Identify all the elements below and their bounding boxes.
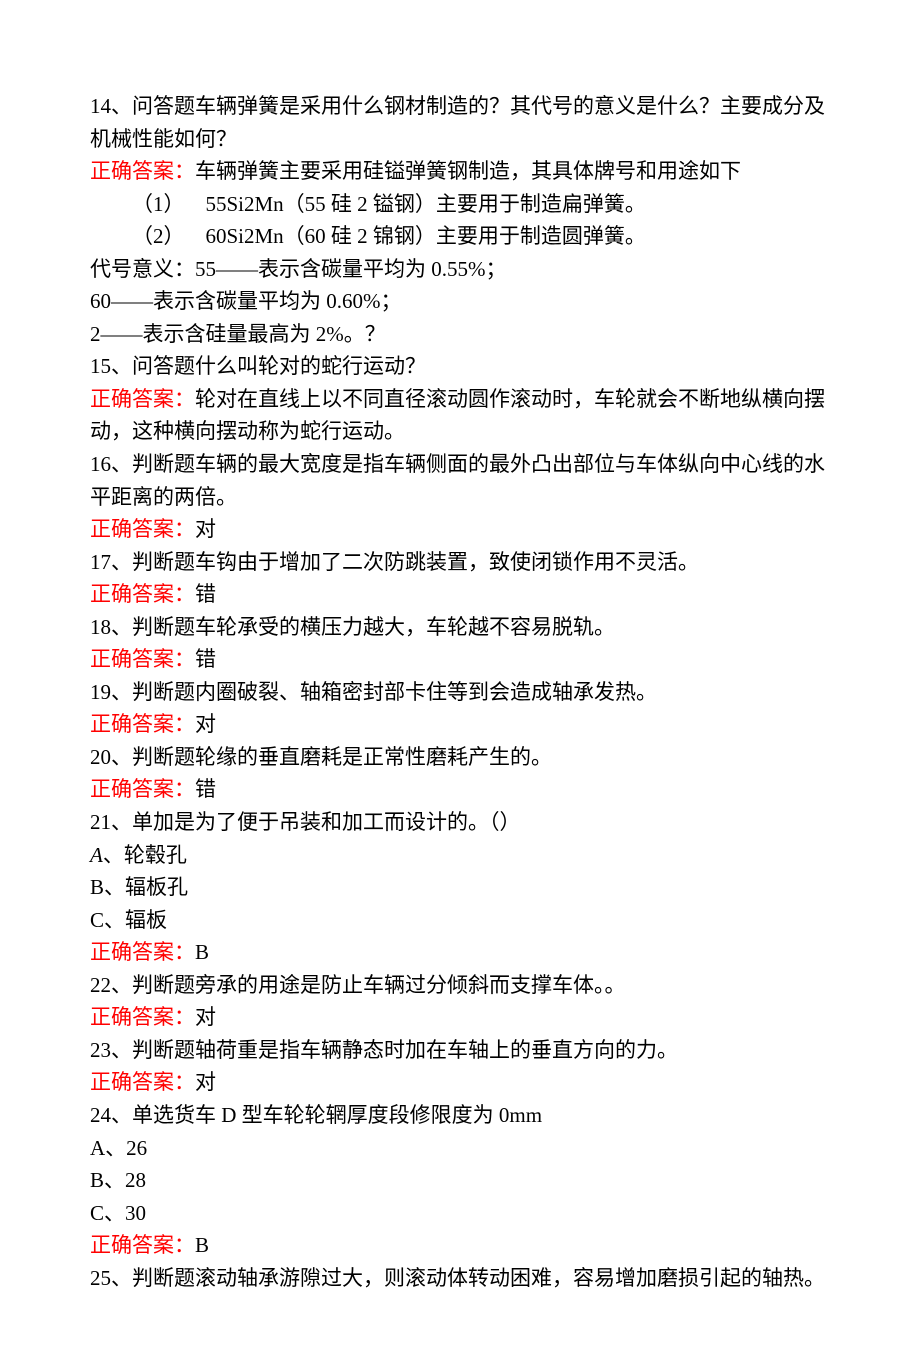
q22-answer-text: 对 bbox=[195, 1005, 216, 1029]
q21-option-a: A、轮毂孔 bbox=[90, 839, 830, 872]
q21-option-a-prefix: A bbox=[90, 843, 103, 867]
q21-answer-text: B bbox=[195, 940, 209, 964]
q14-lineb: 60——表示含碳量平均为 0.60%； bbox=[90, 285, 830, 318]
q19-answer-text: 对 bbox=[195, 712, 216, 736]
q18-answer: 正确答案：错 bbox=[90, 643, 830, 676]
q14-answer: 正确答案：车辆弹簧主要采用硅镒弹簧钢制造，其具体牌号和用途如下 bbox=[90, 155, 830, 188]
q15-answer: 正确答案：轮对在直线上以不同直径滚动圆作滚动时，车轮就会不断地纵横向摆动，这种横… bbox=[90, 383, 830, 448]
q16-answer-text: 对 bbox=[195, 517, 216, 541]
q14-linec: 2——表示含硅量最高为 2%。？ bbox=[90, 318, 830, 351]
q23-answer-text: 对 bbox=[195, 1070, 216, 1094]
q21-option-b: B、辐板孔 bbox=[90, 871, 830, 904]
q14-item1: （1） 55Si2Mn（55 硅 2 镒钢）主要用于制造扁弹簧。 bbox=[90, 188, 830, 221]
q17-answer-label: 正确答案： bbox=[90, 582, 195, 606]
q20-answer-label: 正确答案： bbox=[90, 777, 195, 801]
q24-answer-text: B bbox=[195, 1233, 209, 1257]
q24-answer: 正确答案：B bbox=[90, 1229, 830, 1262]
q21-option-c: C、辐板 bbox=[90, 904, 830, 937]
q22-answer-label: 正确答案： bbox=[90, 1005, 195, 1029]
q14-item2-body: 60Si2Mn（60 硅 2 锦钢）主要用于制造圆弹簧。 bbox=[206, 224, 646, 248]
q20-answer: 正确答案：错 bbox=[90, 773, 830, 806]
q21-prompt: 21、单加是为了便于吊装和加工而设计的。（） bbox=[90, 806, 830, 839]
q21-answer-label: 正确答案： bbox=[90, 940, 195, 964]
q24-option-b: B、28 bbox=[90, 1164, 830, 1197]
q23-answer-label: 正确答案： bbox=[90, 1070, 195, 1094]
q14-linea: 代号意义：55——表示含碳量平均为 0.55%； bbox=[90, 253, 830, 286]
q14-item1-prefix: （1） bbox=[132, 192, 185, 216]
q14-answer-text: 车辆弹簧主要采用硅镒弹簧钢制造，其具体牌号和用途如下 bbox=[195, 159, 741, 183]
q16-prompt: 16、判断题车辆的最大宽度是指车辆侧面的最外凸出部位与车体纵向中心线的水平距离的… bbox=[90, 448, 830, 513]
q24-option-c: C、30 bbox=[90, 1197, 830, 1230]
q17-prompt: 17、判断题车钩由于增加了二次防跳装置，致使闭锁作用不灵活。 bbox=[90, 546, 830, 579]
q16-answer-label: 正确答案： bbox=[90, 517, 195, 541]
q19-answer: 正确答案：对 bbox=[90, 708, 830, 741]
q14-item2-prefix: （2） bbox=[132, 224, 185, 248]
q14-answer-label: 正确答案： bbox=[90, 159, 195, 183]
q22-answer: 正确答案：对 bbox=[90, 1001, 830, 1034]
q21-answer: 正确答案：B bbox=[90, 936, 830, 969]
q18-prompt: 18、判断题车轮承受的横压力越大，车轮越不容易脱轨。 bbox=[90, 611, 830, 644]
q14-prompt: 14、问答题车辆弹簧是采用什么钢材制造的？其代号的意义是什么？主要成分及机械性能… bbox=[90, 90, 830, 155]
q14-item1-body: 55Si2Mn（55 硅 2 镒钢）主要用于制造扁弹簧。 bbox=[206, 192, 646, 216]
q20-answer-text: 错 bbox=[195, 777, 216, 801]
q15-prompt: 15、问答题什么叫轮对的蛇行运动？ bbox=[90, 350, 830, 383]
q17-answer: 正确答案：错 bbox=[90, 578, 830, 611]
q15-answer-label: 正确答案： bbox=[90, 387, 195, 411]
q19-prompt: 19、判断题内圈破裂、轴箱密封部卡住等到会造成轴承发热。 bbox=[90, 676, 830, 709]
q24-answer-label: 正确答案： bbox=[90, 1233, 195, 1257]
q24-option-a: A、26 bbox=[90, 1132, 830, 1165]
q15-answer-text: 轮对在直线上以不同直径滚动圆作滚动时，车轮就会不断地纵横向摆动，这种横向摆动称为… bbox=[90, 387, 825, 444]
q23-prompt: 23、判断题轴荷重是指车辆静态时加在车轴上的垂直方向的力。 bbox=[90, 1034, 830, 1067]
q20-prompt: 20、判断题轮缘的垂直磨耗是正常性磨耗产生的。 bbox=[90, 741, 830, 774]
q19-answer-label: 正确答案： bbox=[90, 712, 195, 736]
q22-prompt: 22、判断题旁承的用途是防止车辆过分倾斜而支撑车体。。 bbox=[90, 969, 830, 1002]
q18-answer-text: 错 bbox=[195, 647, 216, 671]
q16-answer: 正确答案：对 bbox=[90, 513, 830, 546]
q14-item2: （2） 60Si2Mn（60 硅 2 锦钢）主要用于制造圆弹簧。 bbox=[90, 220, 830, 253]
q17-answer-text: 错 bbox=[195, 582, 216, 606]
q23-answer: 正确答案：对 bbox=[90, 1066, 830, 1099]
q25-prompt: 25、判断题滚动轴承游隙过大，则滚动体转动困难，容易增加磨损引起的轴热。 bbox=[90, 1262, 830, 1295]
q24-prompt: 24、单选货车 D 型车轮轮辋厚度段修限度为 0mm bbox=[90, 1099, 830, 1132]
q21-option-a-body: 、轮毂孔 bbox=[103, 843, 187, 867]
q18-answer-label: 正确答案： bbox=[90, 647, 195, 671]
